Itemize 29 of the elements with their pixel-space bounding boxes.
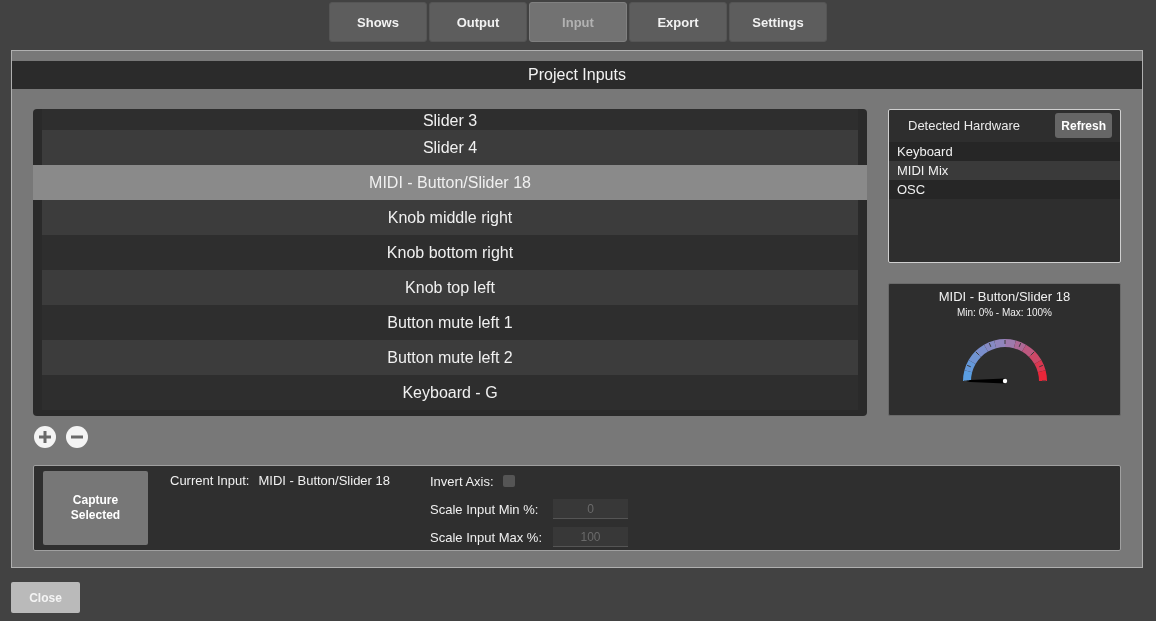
add-icon[interactable] [34, 426, 56, 448]
hardware-item[interactable]: MIDI Mix [889, 161, 1120, 180]
monitor-range: Min: 0% - Max: 100% [956, 307, 1052, 318]
input-list-item[interactable]: Keyboard - G [42, 375, 858, 410]
scale-max-label: Scale Input Max %: [430, 529, 543, 545]
tab[interactable]: Settings [729, 2, 827, 42]
current-input-value: MIDI - Button/Slider 18 [258, 473, 390, 488]
panel-title: Project Inputs [12, 61, 1142, 89]
remove-icon[interactable] [66, 426, 88, 448]
refresh-button[interactable]: Refresh [1055, 113, 1112, 138]
invert-axis-label: Invert Axis: [430, 473, 494, 489]
input-list-item[interactable]: Knob bottom right [42, 235, 858, 270]
monitor-input-name: MIDI - Button/Slider 18 [938, 289, 1071, 304]
tab[interactable]: Export [629, 2, 727, 42]
hardware-title: Detected Hardware [908, 118, 1020, 133]
input-list-item[interactable]: Button mute left 1 [42, 305, 858, 340]
tab[interactable]: Output [429, 2, 527, 42]
invert-axis-checkbox[interactable] [502, 475, 515, 487]
hardware-item[interactable]: OSC [889, 180, 1120, 199]
input-list-item[interactable]: Slider 4 [42, 130, 858, 165]
hardware-item[interactable]: Keyboard [889, 142, 1120, 161]
input-list-item[interactable]: Knob middle right [42, 200, 858, 235]
input-list-item[interactable]: Knob top left [42, 270, 858, 305]
input-list-item[interactable]: Button mute left 2 [42, 340, 858, 375]
tab[interactable]: Shows [329, 2, 427, 42]
scale-min-label: Scale Input Min %: [430, 501, 540, 517]
current-input-label: Current Input: [170, 473, 250, 488]
input-list-item[interactable]: Slider 3 [42, 109, 858, 130]
capture-selected-button[interactable]: Capture Selected [43, 471, 148, 545]
